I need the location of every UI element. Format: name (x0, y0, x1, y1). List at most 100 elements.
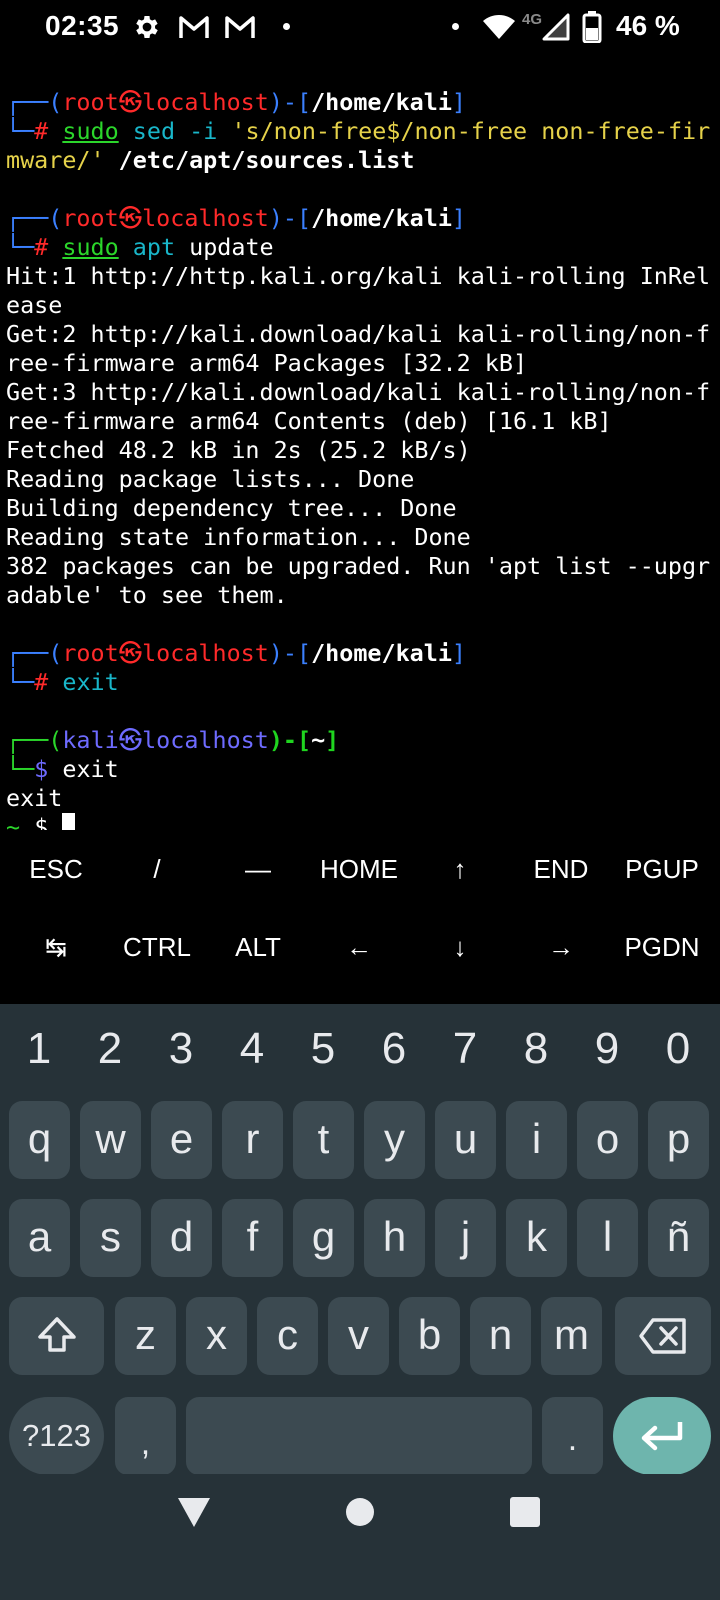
navigation-bar (0, 1474, 720, 1600)
prompt-host: localhost (142, 88, 269, 116)
key-n[interactable]: n (470, 1297, 531, 1375)
command-line: └─# exit (6, 668, 119, 696)
period-key[interactable]: . (542, 1397, 603, 1475)
slash-key[interactable]: / (107, 830, 207, 908)
shift-key[interactable] (9, 1297, 104, 1375)
prompt-user: root (62, 204, 119, 232)
arrow-right-key[interactable]: → (511, 908, 611, 986)
command-string: 's/non-free$/non-free non-free-fir (231, 117, 711, 145)
wifi-icon (483, 15, 515, 39)
command-name: exit (62, 755, 119, 783)
key-y[interactable]: y (364, 1101, 425, 1179)
key-q[interactable]: q (9, 1101, 70, 1179)
key-f[interactable]: f (222, 1199, 283, 1277)
arrow-up-key[interactable]: ↑ (410, 830, 510, 908)
output-line: ree-firmware arm64 Contents (deb) [16.1 … (6, 407, 612, 435)
backspace-key[interactable] (615, 1297, 711, 1375)
key-r[interactable]: r (222, 1101, 283, 1179)
key-i[interactable]: i (506, 1101, 567, 1179)
enter-icon (641, 1422, 683, 1451)
key-e[interactable]: e (151, 1101, 212, 1179)
cell-signal-icon (542, 13, 570, 41)
dash-key[interactable]: — (208, 830, 308, 908)
key-t[interactable]: t (293, 1101, 354, 1179)
key-o[interactable]: o (577, 1101, 638, 1179)
command-name: exit (62, 668, 119, 696)
prompt-at-symbol: ㉿ (118, 639, 143, 667)
output-line: Building dependency tree... Done (6, 494, 457, 522)
back-icon[interactable] (176, 1494, 212, 1530)
arrow-down-key[interactable]: ↓ (410, 908, 510, 986)
key-5[interactable]: 5 (288, 1014, 358, 1084)
output-line: Hit:1 http://http.kali.org/kali kali-rol… (6, 262, 711, 290)
tab-key[interactable]: ↹ (6, 908, 106, 986)
shift-icon (37, 1317, 76, 1352)
key-4[interactable]: 4 (217, 1014, 287, 1084)
key-1[interactable]: 1 (4, 1014, 74, 1084)
key-8[interactable]: 8 (501, 1014, 571, 1084)
prompt-at-symbol: ㉿ (118, 204, 143, 232)
prompt-line: ┌──(root㉿localhost)-[/home/kali] (6, 88, 466, 116)
end-key[interactable]: END (511, 830, 611, 908)
key-g[interactable]: g (293, 1199, 354, 1277)
key-6[interactable]: 6 (359, 1014, 429, 1084)
command-line: └─# sudo sed -i 's/non-free$/non-free no… (6, 117, 711, 145)
ctrl-key[interactable]: CTRL (107, 908, 207, 986)
output-line: Get:3 http://kali.download/kali kali-rol… (6, 378, 711, 406)
enter-key[interactable] (613, 1397, 711, 1475)
soft-keyboard: 1 2 3 4 5 6 7 8 9 0 q w e r t y u i o p … (0, 1004, 720, 1475)
pgdn-key[interactable]: PGDN (612, 908, 712, 986)
key-l[interactable]: l (577, 1199, 638, 1277)
status-bar: 02:35 4G 46 % (0, 0, 720, 56)
key-3[interactable]: 3 (146, 1014, 216, 1084)
command-target: /etc/apt/sources.list (118, 146, 415, 174)
key-2[interactable]: 2 (75, 1014, 145, 1084)
gmail-icon (179, 16, 209, 38)
key-v[interactable]: v (328, 1297, 389, 1375)
key-b[interactable]: b (399, 1297, 460, 1375)
command-sudo: sudo (62, 233, 119, 261)
prompt-path: ~ (311, 726, 326, 754)
space-bar[interactable] (186, 1397, 532, 1475)
comma-key[interactable]: , (115, 1397, 176, 1475)
key-z[interactable]: z (115, 1297, 176, 1375)
home-key[interactable]: HOME (309, 830, 409, 908)
output-line: Get:2 http://kali.download/kali kali-rol… (6, 320, 711, 348)
key-m[interactable]: m (541, 1297, 602, 1375)
key-c[interactable]: c (257, 1297, 318, 1375)
notification-dot-icon (452, 23, 459, 30)
command-sudo: sudo (62, 117, 119, 145)
key-x[interactable]: x (186, 1297, 247, 1375)
arrow-left-key[interactable]: ← (309, 908, 409, 986)
gear-icon (136, 16, 158, 38)
key-s[interactable]: s (80, 1199, 141, 1277)
key-u[interactable]: u (435, 1101, 496, 1179)
key-w[interactable]: w (80, 1101, 141, 1179)
alt-key[interactable]: ALT (208, 908, 308, 986)
key-a[interactable]: a (9, 1199, 70, 1277)
esc-key[interactable]: ESC (6, 830, 106, 908)
home-icon[interactable] (345, 1497, 375, 1527)
prompt-at-symbol: ㉿ (118, 88, 143, 116)
key-n-tilde[interactable]: ñ (648, 1199, 709, 1277)
pgup-key[interactable]: PGUP (612, 830, 712, 908)
key-d[interactable]: d (151, 1199, 212, 1277)
symbols-key[interactable]: ?123 (9, 1397, 104, 1475)
key-k[interactable]: k (506, 1199, 567, 1277)
key-j[interactable]: j (435, 1199, 496, 1277)
prompt-line: ┌──(kali㉿localhost)-[~] (6, 726, 340, 754)
key-9[interactable]: 9 (572, 1014, 642, 1084)
key-h[interactable]: h (364, 1199, 425, 1277)
key-p[interactable]: p (648, 1101, 709, 1179)
terminal-output[interactable]: ┌──(root㉿localhost)-[/home/kali] └─# sud… (0, 88, 720, 848)
gmail-icon (225, 16, 255, 38)
command-string-wrap: mware/' (6, 146, 105, 174)
prompt-path: /home/kali (311, 204, 452, 232)
command-line-wrap: mware/' /etc/apt/sources.list (6, 146, 414, 175)
key-7[interactable]: 7 (430, 1014, 500, 1084)
recents-icon[interactable] (510, 1497, 540, 1527)
command-arg: update (189, 233, 274, 261)
network-type-label: 4G (522, 11, 543, 28)
prompt-line: ┌──(root㉿localhost)-[/home/kali] (6, 639, 466, 667)
key-0[interactable]: 0 (643, 1014, 713, 1084)
